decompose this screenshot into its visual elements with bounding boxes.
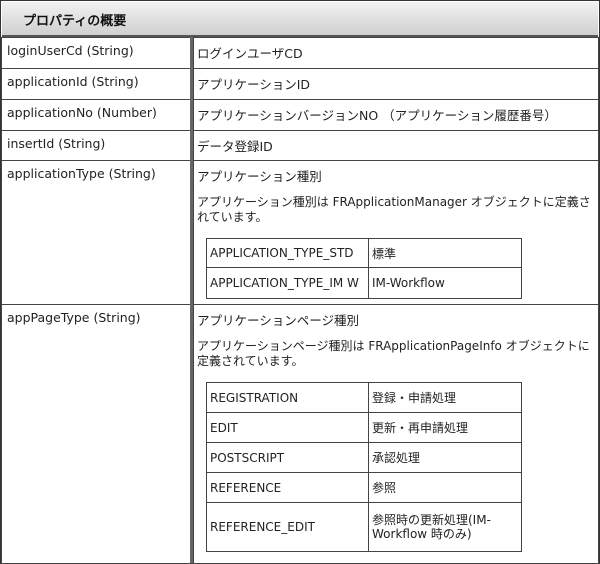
value-label: 更新・再申請処理 (368, 412, 522, 443)
property-name: applicationId (String) (1, 68, 194, 100)
value-table: REGISTRATION 登録・申請処理 EDIT 更新・再申請処理 POSTS… (206, 382, 522, 552)
table-row: loginUserCd (String) ログインユーザCD (1, 37, 599, 69)
property-description-cell: アプリケーション種別 アプリケーション種別は FRApplicationMana… (193, 160, 599, 305)
property-description: データ登録ID (193, 130, 599, 161)
property-description: アプリケーションID (193, 68, 599, 100)
value-key: REGISTRATION (206, 382, 369, 413)
properties-panel: プロパティの概要 loginUserCd (String) ログインユーザCD … (0, 0, 600, 564)
property-description-cell: アプリケーションページ種別 アプリケーションページ種別は FRApplicati… (193, 304, 599, 564)
value-row: REGISTRATION 登録・申請処理 (206, 382, 522, 413)
value-key: APPLICATION_TYPE_IM W (206, 267, 369, 299)
property-note: アプリケーションページ種別は FRApplicationPageInfo オブジ… (197, 339, 590, 368)
value-key: EDIT (206, 412, 369, 443)
property-name: applicationNo (Number) (1, 99, 194, 131)
value-row: REFERENCE 参照 (206, 472, 522, 503)
property-description: アプリケーション種別 (197, 169, 322, 184)
value-row: POSTSCRIPT 承認処理 (206, 442, 522, 473)
value-label: 承認処理 (368, 442, 522, 473)
value-key: REFERENCE (206, 472, 369, 503)
value-key: APPLICATION_TYPE_STD (206, 238, 369, 268)
column-divider (190, 37, 193, 563)
section-header: プロパティの概要 (2, 2, 598, 37)
property-name: appPageType (String) (1, 304, 194, 564)
value-key: POSTSCRIPT (206, 442, 369, 473)
property-name: insertId (String) (1, 130, 194, 161)
properties-table: loginUserCd (String) ログインユーザCD applicati… (1, 37, 599, 564)
value-key: REFERENCE_EDIT (206, 502, 369, 552)
property-description: アプリケーションページ種別 (197, 313, 360, 328)
property-name: loginUserCd (String) (1, 37, 194, 69)
value-row: APPLICATION_TYPE_STD 標準 (206, 238, 522, 268)
table-row: applicationType (String) アプリケーション種別 アプリケ… (1, 160, 599, 305)
value-label: 参照時の更新処理(IM-Workflow 時のみ) (368, 502, 522, 552)
table-row: applicationId (String) アプリケーションID (1, 68, 599, 100)
value-row: EDIT 更新・再申請処理 (206, 412, 522, 443)
value-row: REFERENCE_EDIT 参照時の更新処理(IM-Workflow 時のみ) (206, 502, 522, 552)
section-title: プロパティの概要 (23, 14, 127, 29)
value-label: 参照 (368, 472, 522, 503)
property-description: アプリケーションバージョンNO （アプリケーション履歴番号） (193, 99, 599, 131)
value-row: APPLICATION_TYPE_IM W IM-Workflow (206, 267, 522, 299)
value-table: APPLICATION_TYPE_STD 標準 APPLICATION_TYPE… (206, 238, 522, 299)
value-label: 標準 (368, 238, 522, 268)
table-row: insertId (String) データ登録ID (1, 130, 599, 161)
table-row: applicationNo (Number) アプリケーションバージョンNO （… (1, 99, 599, 131)
value-label: IM-Workflow (368, 267, 522, 299)
property-description: ログインユーザCD (193, 37, 599, 69)
table-row: appPageType (String) アプリケーションページ種別 アプリケー… (1, 304, 599, 564)
property-name: applicationType (String) (1, 160, 194, 305)
property-note: アプリケーション種別は FRApplicationManager オブジェクトに… (197, 195, 591, 224)
value-label: 登録・申請処理 (368, 382, 522, 413)
